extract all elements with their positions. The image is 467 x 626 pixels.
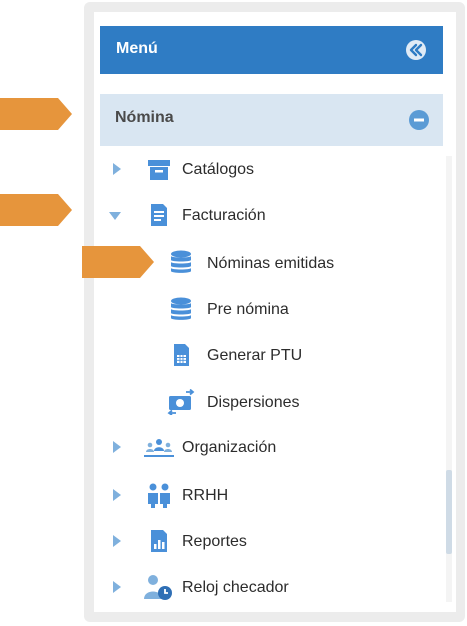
menu-item-label: Generar PTU bbox=[207, 347, 303, 364]
double-chevron-left-icon[interactable] bbox=[405, 39, 427, 61]
section-title: Nómina bbox=[115, 109, 174, 126]
organization-people-icon bbox=[144, 439, 174, 457]
caret-right-icon[interactable] bbox=[110, 580, 124, 594]
menu-item-label: Reloj checador bbox=[182, 579, 289, 596]
caret-right-icon[interactable] bbox=[110, 162, 124, 176]
report-chart-icon bbox=[151, 530, 167, 552]
callout-arrow-nomina bbox=[0, 98, 72, 130]
invoice-document-icon bbox=[151, 204, 167, 226]
menu-item-label: Dispersiones bbox=[207, 394, 300, 411]
menu-item-label: Organización bbox=[182, 439, 277, 456]
caret-right-icon[interactable] bbox=[110, 488, 124, 502]
people-icon bbox=[148, 483, 170, 508]
menu-item-label: Nóminas emitidas bbox=[207, 255, 335, 272]
spreadsheet-document-icon bbox=[174, 344, 189, 366]
section-nomina[interactable]: Nómina bbox=[100, 94, 443, 146]
menu-item-label: Facturación bbox=[182, 207, 266, 224]
database-icon bbox=[171, 297, 191, 320]
menu-item-label: Pre nómina bbox=[207, 301, 289, 318]
menu-item-label: Catálogos bbox=[182, 161, 255, 178]
caret-down-icon[interactable] bbox=[108, 209, 122, 223]
callout-arrow-facturacion bbox=[0, 194, 72, 226]
menu-item-label: Reportes bbox=[182, 533, 247, 550]
caret-right-icon[interactable] bbox=[110, 534, 124, 548]
caret-right-icon[interactable] bbox=[110, 440, 124, 454]
money-transfer-icon bbox=[167, 389, 195, 415]
collapse-minus-icon[interactable] bbox=[409, 110, 429, 130]
callout-arrow-nominas-emitidas bbox=[82, 246, 154, 278]
menu-item-label: RRHH bbox=[182, 487, 229, 504]
user-clock-icon bbox=[144, 575, 172, 600]
database-icon bbox=[171, 250, 191, 273]
menu-title: Menú bbox=[116, 40, 158, 57]
archive-box-icon bbox=[148, 160, 170, 180]
menu-header: Menú bbox=[100, 26, 443, 74]
scrollbar-thumb[interactable] bbox=[446, 470, 452, 554]
